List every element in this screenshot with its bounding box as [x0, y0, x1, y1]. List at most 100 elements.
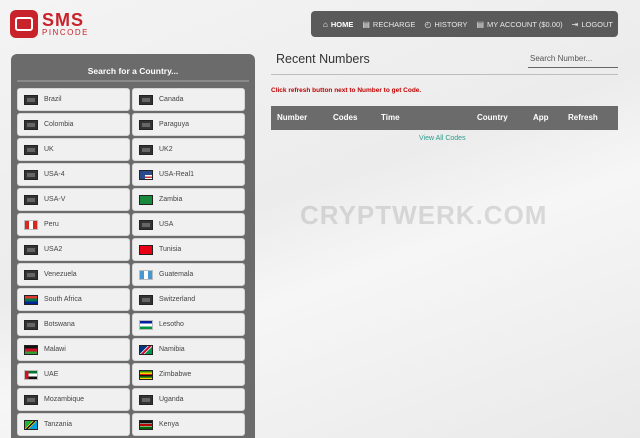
flag-icon: [139, 344, 153, 355]
country-venezuela[interactable]: Venezuela: [17, 263, 130, 286]
flag-icon: [139, 269, 153, 280]
col-codes[interactable]: Codes: [333, 113, 357, 122]
flag-icon: [24, 269, 38, 280]
country-label: USA-V: [44, 196, 66, 203]
nav-my-account-0-00[interactable]: ▤ MY ACCOUNT ($0.00): [476, 20, 562, 29]
flag-icon: [139, 319, 153, 330]
country-label: Paraguya: [159, 121, 189, 128]
col-refresh[interactable]: Refresh: [568, 113, 598, 122]
country-label: Mozambique: [44, 396, 85, 403]
flag-icon: [139, 94, 153, 105]
country-switzerland[interactable]: Switzerland: [132, 288, 245, 311]
search-number-input[interactable]: [528, 50, 618, 68]
flag-icon: [24, 219, 38, 230]
country-south-africa[interactable]: South Africa: [17, 288, 130, 311]
country-usa-real1[interactable]: USA-Real1: [132, 163, 245, 186]
flag-icon: [139, 394, 153, 405]
flag-icon: [24, 419, 38, 430]
country-peru[interactable]: Peru: [17, 213, 130, 236]
flag-icon: [139, 169, 153, 180]
flag-icon: [24, 369, 38, 380]
country-tunisia[interactable]: Tunisia: [132, 238, 245, 261]
country-uk2[interactable]: UK2: [132, 138, 245, 161]
country-paraguya[interactable]: Paraguya: [132, 113, 245, 136]
cart-icon: ▤: [362, 19, 370, 29]
country-usa-v[interactable]: USA-V: [17, 188, 130, 211]
country-label: Colombia: [44, 121, 74, 128]
top-nav: ⌂ HOME ▤ RECHARGE ◴ HISTORY ▤ MY ACCOUNT ($0.00…: [311, 11, 618, 37]
nav-label: LOGOUT: [581, 19, 614, 29]
country-label: UK2: [159, 146, 173, 153]
country-malawi[interactable]: Malawi: [17, 338, 130, 361]
country-label: Botswana: [44, 321, 75, 328]
nav-history[interactable]: ◴ HISTORY: [424, 20, 467, 29]
logout-icon: ⇥: [571, 19, 579, 29]
nav-home[interactable]: ⌂ HOME: [323, 20, 353, 29]
logo-main-text: SMS: [42, 10, 85, 30]
country-usa[interactable]: USA: [132, 213, 245, 236]
country-label: USA2: [44, 246, 63, 253]
home-icon: ⌂: [323, 19, 328, 29]
flag-icon: [139, 369, 153, 380]
flag-icon: [24, 119, 38, 130]
country-label: Zambia: [159, 196, 183, 203]
flag-icon: [139, 119, 153, 130]
country-zambia[interactable]: Zambia: [132, 188, 245, 211]
country-brazil[interactable]: Brazil: [17, 88, 130, 111]
country-label: Namibia: [159, 346, 185, 353]
col-number[interactable]: Number: [277, 113, 307, 122]
numbers-table-header: Number Codes Time Country App Refresh: [271, 106, 618, 130]
country-mozambique[interactable]: Mozambique: [17, 388, 130, 411]
country-uk[interactable]: UK: [17, 138, 130, 161]
flag-icon: [24, 144, 38, 155]
flag-icon: [24, 344, 38, 355]
country-botswana[interactable]: Botswana: [17, 313, 130, 336]
country-zimbabwe[interactable]: Zimbabwe: [132, 363, 245, 386]
country-namibia[interactable]: Namibia: [132, 338, 245, 361]
col-time[interactable]: Time: [381, 113, 400, 122]
country-label: Guatemala: [159, 271, 194, 278]
country-uganda[interactable]: Uganda: [132, 388, 245, 411]
country-lesotho[interactable]: Lesotho: [132, 313, 245, 336]
country-usa2[interactable]: USA2: [17, 238, 130, 261]
country-grid: Brazil Canada Colombia Paraguya UK UK2 USA-4 US…: [17, 88, 249, 436]
nav-logout[interactable]: ⇥ LOGOUT: [572, 20, 613, 29]
col-app[interactable]: App: [533, 113, 549, 122]
flag-icon: [139, 244, 153, 255]
sms-logo-icon: [10, 10, 38, 38]
country-panel: Search for a Country... Brazil Canada Colo…: [11, 54, 255, 438]
view-all-codes-link[interactable]: View All Codes: [419, 135, 466, 142]
country-tanzania[interactable]: Tanzania: [17, 413, 130, 436]
flag-icon: [139, 144, 153, 155]
flag-icon: [24, 319, 38, 330]
country-label: Brazil: [44, 96, 62, 103]
country-label: UK: [44, 146, 54, 153]
country-label: UAE: [44, 371, 59, 378]
country-label: Kenya: [159, 421, 179, 428]
country-uae[interactable]: UAE: [17, 363, 130, 386]
nav-label: MY ACCOUNT ($0.00): [487, 19, 563, 29]
logo[interactable]: SMS PINCODE: [10, 8, 102, 40]
country-canada[interactable]: Canada: [132, 88, 245, 111]
flag-icon: [24, 169, 38, 180]
refresh-notice: Click refresh button next to Number to g…: [271, 87, 422, 94]
country-guatemala[interactable]: Guatemala: [132, 263, 245, 286]
nav-label: HISTORY: [434, 19, 468, 29]
flag-icon: [139, 219, 153, 230]
country-usa-4[interactable]: USA-4: [17, 163, 130, 186]
logo-sub-text: PINCODE: [42, 28, 89, 37]
country-label: Switzerland: [159, 296, 196, 303]
country-label: Canada: [159, 96, 184, 103]
col-country[interactable]: Country: [477, 113, 508, 122]
country-label: Peru: [44, 221, 59, 228]
country-search-header[interactable]: Search for a Country...: [17, 60, 249, 82]
country-label: South Africa: [44, 296, 82, 303]
nav-label: RECHARGE: [372, 19, 416, 29]
page-title: Recent Numbers: [276, 52, 370, 66]
country-label: USA-Real1: [159, 171, 195, 178]
flag-icon: [24, 194, 38, 205]
nav-recharge[interactable]: ▤ RECHARGE: [362, 20, 415, 29]
country-colombia[interactable]: Colombia: [17, 113, 130, 136]
country-kenya[interactable]: Kenya: [132, 413, 245, 436]
flag-icon: [24, 394, 38, 405]
